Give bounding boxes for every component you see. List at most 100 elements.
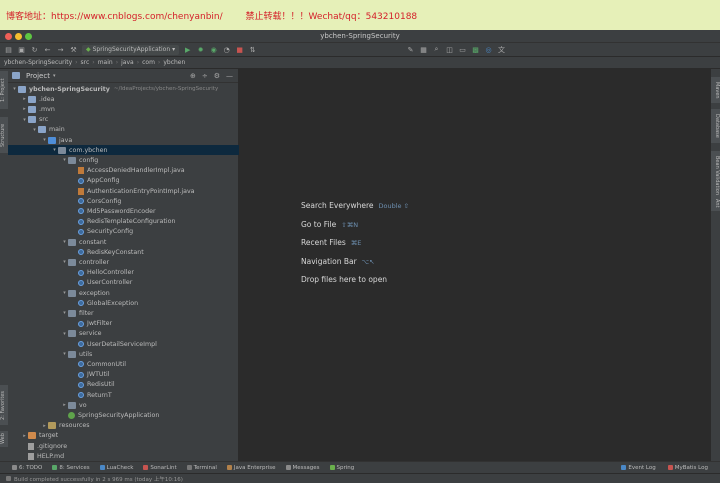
run-configuration-select[interactable]: ◆ SpringSecurityApplication ▾ [82,44,180,55]
chevron-right-icon[interactable]: ▸ [21,433,28,439]
tree-node[interactable]: ▾ java [8,135,272,145]
git-icon[interactable]: ⇅ [248,45,257,54]
tool-tab-sonarlint[interactable]: SonarLint [143,465,177,471]
chevron-down-icon[interactable]: ▾ [31,127,38,133]
breadcrumb-item[interactable]: src [81,59,90,66]
tool-tab-luacheck[interactable]: LuaCheck [99,465,133,471]
tool-tab-structure[interactable]: Structure [0,117,8,153]
tool-tab-ant[interactable]: Ant [711,195,720,211]
tool-tab-mybatis-log[interactable]: MyBatis Log [667,465,708,471]
tree-node[interactable]: ▾ ybchen-SpringSecurity ~/IdeaProjects/ybc… [8,84,242,94]
tree-node[interactable]: ▸ .mvn [8,104,252,114]
save-icon[interactable]: ▣ [17,45,26,54]
locate-file-icon[interactable]: ⊕ [190,72,196,80]
chevron-right-icon[interactable]: ▸ [21,96,28,102]
hide-panel-icon[interactable]: — [226,72,233,80]
hint-label: Recent Files [301,238,346,247]
services-icon [52,465,58,470]
coverage-icon[interactable]: ◉ [209,45,218,54]
tool-tab-services[interactable]: 8: Services [52,465,90,471]
tool-tab-maven[interactable]: Maven [711,77,720,103]
tree-node[interactable]: ▸ target [8,431,252,441]
run-icon[interactable]: ▶ [183,45,192,54]
expand-collapse-icon[interactable]: ÷ [202,72,208,80]
settings-wrench-icon[interactable]: ✎ [406,45,415,54]
zoom-window-button[interactable] [25,33,32,40]
back-icon[interactable]: ← [43,45,52,54]
chevron-right-icon[interactable]: ▸ [61,402,68,408]
breadcrumb-item[interactable]: com [142,59,155,66]
tree-node[interactable]: ▾ main [8,125,262,135]
build-hammer-icon[interactable]: ⚒ [69,45,78,54]
breadcrumb-item[interactable]: ybchen-SpringSecurity [4,59,72,66]
tool-tab-bean-validation[interactable]: Bean Validation [711,151,720,201]
tool-tab-terminal[interactable]: Terminal [186,465,217,471]
resources-folder-icon [48,422,56,430]
chevron-down-icon[interactable]: ▾ [21,117,28,123]
chevron-down-icon[interactable]: ▾ [61,239,68,245]
editor-empty-area[interactable]: Search Everywhere Double ⇧ Go to File ⇧⌘… [239,69,711,461]
terminal-icon[interactable]: ▭ [458,45,467,54]
spring-class-icon [68,411,75,419]
luacheck-icon [99,465,105,470]
gear-icon[interactable]: ⚙ [214,72,220,80]
chevron-down-icon[interactable]: ▾ [61,351,68,357]
chevron-down-icon[interactable]: ▾ [61,331,68,337]
tool-tab-favorites[interactable]: 2: Favorites [0,385,8,425]
tree-node[interactable]: HELP.md [8,451,252,461]
tool-tab-database[interactable]: Database [711,109,720,143]
tool-tab-spring[interactable]: Spring [329,465,354,471]
tree-node[interactable]: ▸ resources [8,421,272,431]
chevron-down-icon[interactable]: ▾ [61,310,68,316]
profile-icon[interactable]: ◔ [222,45,231,54]
stop-icon[interactable]: ■ [235,45,244,54]
chevron-down-icon[interactable]: ▾ [61,290,68,296]
project-panel: Project ▾ ⊕ ÷ ⚙ — ▾ ybchen-SpringSecurity… [8,69,282,461]
breadcrumb-item[interactable]: java [121,59,134,66]
bottom-tool-strip: 6: TODO 8: Services LuaCheck SonarLint T… [0,461,720,473]
tool-tab-web[interactable]: Web [0,431,8,447]
open-icon[interactable]: ▤ [4,45,13,54]
status-message[interactable]: Build completed successfully in 2 s 969 … [14,475,183,483]
close-window-button[interactable] [5,33,12,40]
debug-icon[interactable]: ✹ [196,45,205,54]
tool-tab-todo[interactable]: 6: TODO [12,465,42,471]
tree-node[interactable]: ▸ .idea [8,94,252,104]
minimize-window-button[interactable] [15,33,22,40]
status-toggle-icon[interactable] [6,476,11,481]
tree-node[interactable]: ▾ src [8,115,252,125]
tool-tab-messages[interactable]: Messages [285,465,320,471]
chevron-down-icon[interactable]: ▾ [11,86,18,92]
tool-tab-label: 6: TODO [19,464,43,471]
tool-tab-project[interactable]: 1: Project [0,71,8,109]
chevron-down-icon[interactable]: ▾ [41,137,48,143]
breadcrumb-item[interactable]: main [98,59,113,66]
chevron-down-icon[interactable]: ▾ [61,157,68,163]
breadcrumb-item[interactable]: ybchen [163,59,185,66]
project-panel-title[interactable]: Project [26,72,50,80]
tree-node-label: SecurityConfig [87,228,134,236]
tree-node[interactable]: .gitignore [8,441,252,451]
chevron-down-icon[interactable]: ▾ [51,147,58,153]
chevron-down-icon[interactable]: ▾ [61,259,68,265]
chevron-right-icon[interactable]: ▸ [41,423,48,429]
tree-node-label: RedisTemplateConfiguration [87,218,176,226]
chevron-down-icon[interactable]: ▾ [53,73,56,79]
chevron-down-icon: ▾ [172,46,176,53]
event-log-icon [621,465,627,470]
sync-icon[interactable]: ↻ [30,45,39,54]
project-structure-icon[interactable]: ▦ [419,45,428,54]
translate-icon[interactable]: 文 [497,45,506,54]
forward-icon[interactable]: → [56,45,65,54]
tool-tab-event-log[interactable]: Event Log [621,465,656,471]
search-icon[interactable]: ⌕ [432,45,441,54]
chevron-right-icon[interactable]: ▸ [21,106,28,112]
hint-shortcut: Double ⇧ [378,201,410,210]
database-icon[interactable]: ◫ [445,45,454,54]
source-folder-icon [48,136,56,144]
tool-tab-java-enterprise[interactable]: Java Enterprise [226,465,276,471]
navigate-icon[interactable]: ◎ [484,45,493,54]
plugin-icon[interactable]: ▩ [471,45,480,54]
tree-node-label: HELP.md [37,452,65,460]
tree-node-label: ybchen-SpringSecurity [29,85,110,93]
